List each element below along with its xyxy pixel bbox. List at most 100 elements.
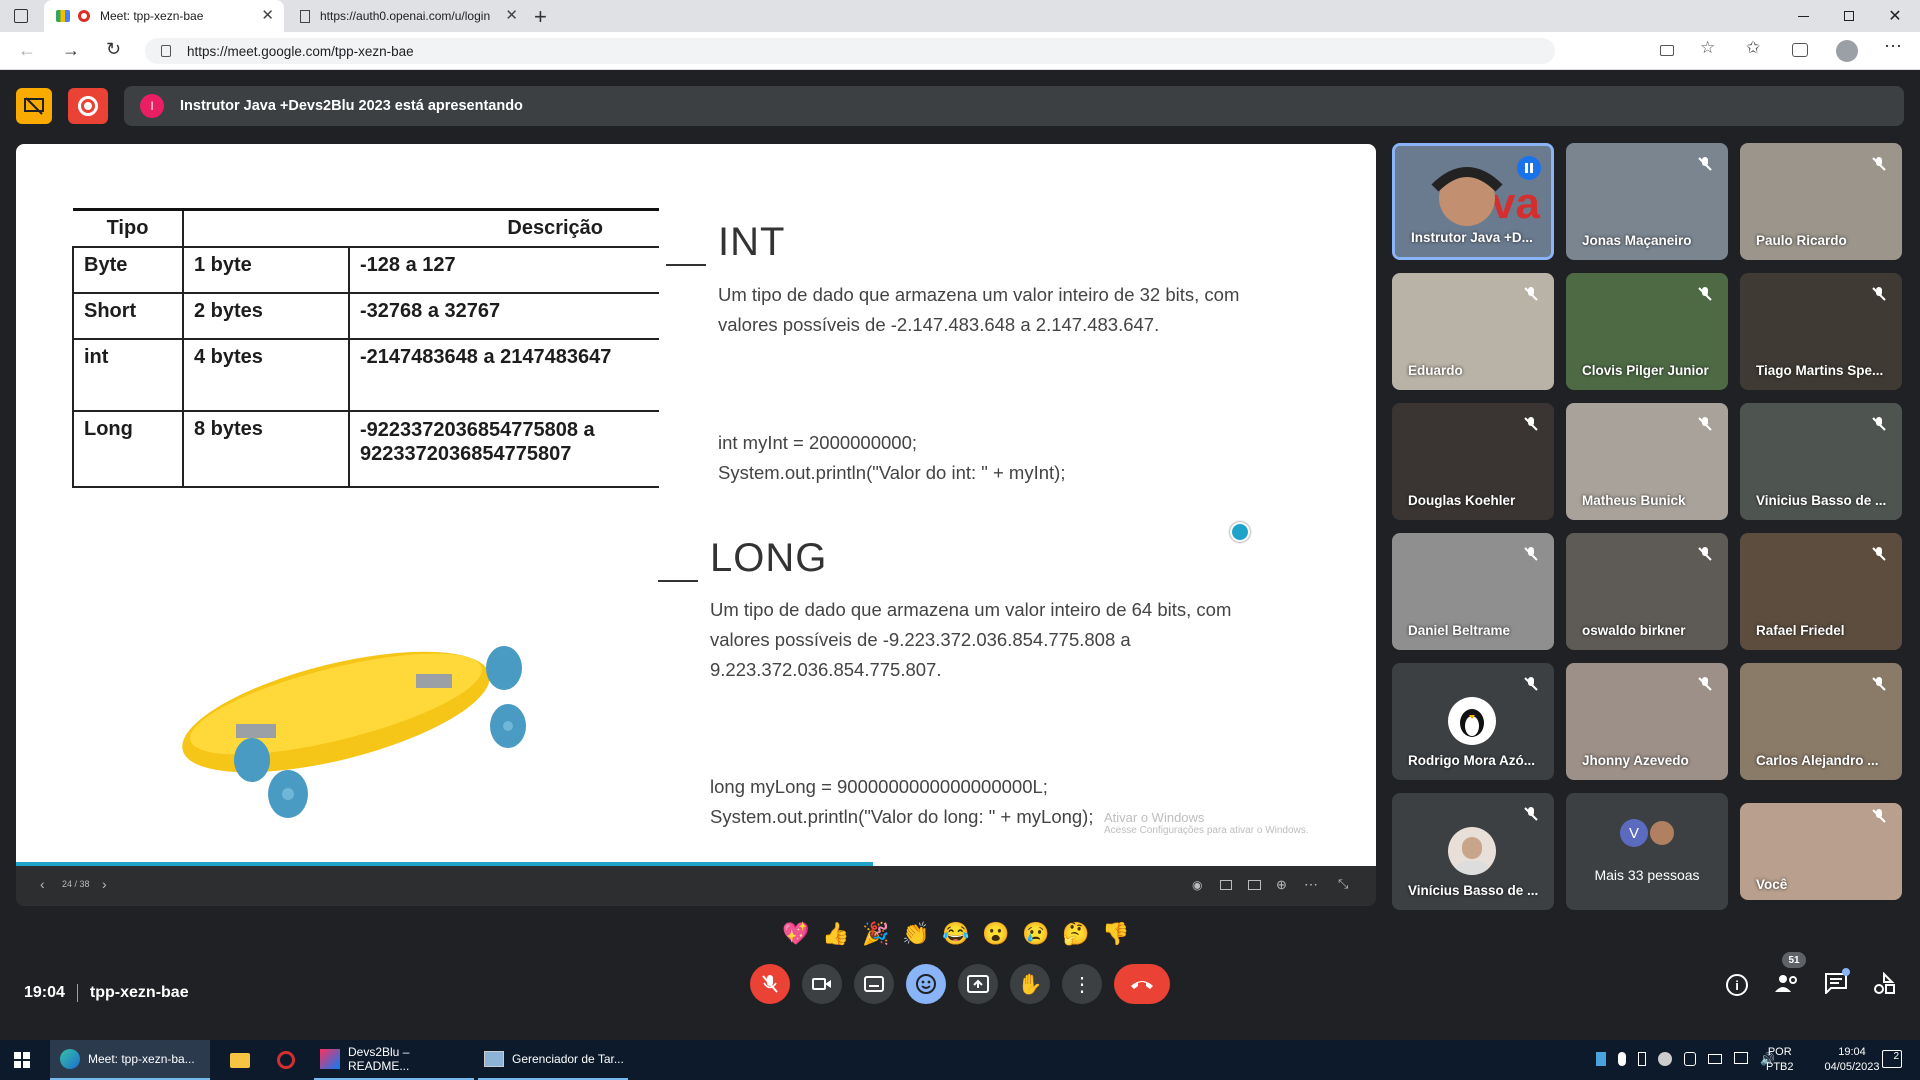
presenter-avatar: I (140, 94, 164, 118)
bluetooth-icon[interactable] (1684, 1052, 1696, 1066)
present-button[interactable] (958, 964, 998, 1004)
profile-avatar[interactable] (1836, 40, 1858, 62)
activities-button[interactable] (1872, 972, 1896, 996)
participant-tile[interactable]: Rodrigo Mora Azó... (1392, 663, 1554, 780)
taskbar-item-app[interactable] (266, 1040, 306, 1080)
new-tab-icon[interactable]: + (534, 4, 547, 30)
participant-tile[interactable]: Jhonny Azevedo (1566, 663, 1728, 780)
page-icon (300, 9, 310, 23)
participant-tile[interactable]: Vinicius Basso de ... (1740, 403, 1902, 520)
tab-auth0[interactable]: https://auth0.openai.com/u/login ✕ (288, 0, 528, 32)
clock[interactable]: 19:04 04/05/2023 (1818, 1045, 1886, 1075)
presenting-text: Instrutor Java +Devs2Blu 2023 está apres… (180, 98, 523, 114)
table-header-row: Tipo Descrição (73, 208, 659, 248)
url-text: https://meet.google.com/tpp-xezn-bae (187, 43, 414, 59)
zoom-icon[interactable]: ⊕ (1276, 877, 1287, 893)
participant-tile[interactable]: Matheus Bunick (1566, 403, 1728, 520)
captions-button[interactable] (854, 964, 894, 1004)
reload-icon[interactable]: ↻ (106, 39, 126, 59)
participant-tile[interactable]: Jonas Maçaneiro (1566, 143, 1728, 260)
taskbar-item-task-manager[interactable]: Gerenciador de Tar... (478, 1040, 628, 1080)
avatar: V (1620, 819, 1648, 847)
taskbar-item-intellij[interactable]: Devs2Blu – README... (314, 1040, 474, 1080)
chat-notification-dot (1842, 968, 1850, 976)
participant-tile[interactable]: Eduardo (1392, 273, 1554, 390)
usb-icon[interactable] (1638, 1052, 1646, 1066)
pop-out-icon[interactable] (1220, 880, 1232, 890)
url-field[interactable]: https://meet.google.com/tpp-xezn-bae (145, 38, 1555, 64)
more-options-button[interactable]: ⋮ (1062, 964, 1102, 1004)
taskbar-item-explorer[interactable] (220, 1040, 260, 1080)
language-indicator[interactable]: POR PTB2 (1766, 1045, 1794, 1075)
browser-menu-icon[interactable]: ⋯ (1884, 36, 1902, 57)
leave-call-button[interactable] (1114, 964, 1170, 1004)
present-icon (967, 975, 989, 993)
more-options-icon[interactable]: ⋯ (1304, 876, 1318, 893)
microphone-button[interactable] (750, 964, 790, 1004)
clapping-hands-icon[interactable]: 👏 (900, 918, 932, 950)
participant-tile[interactable]: Carlos Alejandro ... (1740, 663, 1902, 780)
participant-tile[interactable]: Rafael Friedel (1740, 533, 1902, 650)
chrome-tray-icon[interactable] (1658, 1052, 1672, 1066)
taskbar-item-edge[interactable]: Meet: tpp-xezn-ba... (50, 1040, 210, 1080)
audio-icon[interactable]: ◉ (1192, 878, 1202, 892)
emoji-reactions-button[interactable] (906, 964, 946, 1004)
back-icon[interactable]: ← (18, 40, 38, 60)
close-tab-icon[interactable]: ✕ (505, 8, 518, 23)
notification-center-button[interactable]: 2 (1882, 1050, 1902, 1068)
meeting-info: 19:04 tpp-xezn-bae (24, 984, 189, 1002)
sad-face-icon[interactable]: 😢 (1020, 918, 1052, 950)
thumbs-up-icon[interactable]: 👍 (820, 918, 852, 950)
participant-tile[interactable]: Paulo Ricardo (1740, 143, 1902, 260)
participant-tile[interactable]: va Instrutor Java +D... (1392, 143, 1554, 260)
recording-button[interactable] (68, 88, 108, 124)
meeting-details-icon[interactable]: i (1726, 974, 1748, 996)
window-menu-icon[interactable] (14, 9, 28, 23)
sparkling-heart-icon[interactable]: 💖 (780, 918, 812, 950)
muted-mic-icon (1872, 417, 1886, 431)
surprised-face-icon[interactable]: 😮 (980, 918, 1012, 950)
favorites-icon[interactable]: ✩ (1746, 38, 1760, 58)
participant-tile[interactable]: Daniel Beltrame (1392, 533, 1554, 650)
microphone-tray-icon[interactable] (1618, 1052, 1626, 1066)
more-participants-tile[interactable]: V Mais 33 pessoas (1566, 793, 1728, 910)
self-tile[interactable]: Você (1740, 803, 1902, 900)
tab-meet[interactable]: Meet: tpp-xezn-bae ✕ (44, 0, 284, 32)
favorite-star-icon[interactable]: ☆ (1700, 38, 1715, 58)
close-window-icon[interactable]: ✕ (1872, 0, 1918, 32)
collections-icon[interactable] (1792, 43, 1808, 57)
next-slide-icon[interactable]: › (102, 876, 107, 892)
network-icon[interactable] (1734, 1052, 1748, 1064)
minimize-icon[interactable] (1780, 0, 1826, 32)
exit-fullscreen-icon[interactable]: ⤡ (1338, 876, 1348, 892)
chat-button[interactable] (1824, 968, 1850, 996)
tray-app-icon[interactable] (1596, 1052, 1606, 1066)
party-popper-icon[interactable]: 🎉 (860, 918, 892, 950)
start-button[interactable] (14, 1052, 30, 1068)
participant-name: Daniel Beltrame (1408, 623, 1511, 638)
close-tab-icon[interactable]: ✕ (261, 8, 274, 23)
code-line: long myLong = 9000000000000000000L; (710, 776, 1048, 797)
people-button[interactable]: 51 (1774, 952, 1806, 996)
hang-up-icon (1131, 981, 1153, 989)
camera-indicator-icon[interactable] (1660, 45, 1674, 56)
battery-icon[interactable] (1708, 1054, 1722, 1064)
participant-tile[interactable]: Douglas Koehler (1392, 403, 1554, 520)
raise-hand-button[interactable]: ✋ (1010, 964, 1050, 1004)
camera-button[interactable] (802, 964, 842, 1004)
participant-name: Instrutor Java +D... (1411, 230, 1533, 245)
captions-icon[interactable] (1248, 880, 1261, 890)
table-cell: int (72, 338, 184, 412)
participant-tile[interactable]: Vinícius Basso de ... (1392, 793, 1554, 910)
presentation-toggle-button[interactable] (16, 88, 52, 124)
restore-icon[interactable] (1826, 0, 1872, 32)
laughing-face-icon[interactable]: 😂 (940, 918, 972, 950)
participant-tile[interactable]: Tiago Martins Spe... (1740, 273, 1902, 390)
thumbs-down-icon[interactable]: 👎 (1100, 918, 1132, 950)
thinking-face-icon[interactable]: 🤔 (1060, 918, 1092, 950)
participant-tile[interactable]: oswaldo birkner (1566, 533, 1728, 650)
lock-icon (161, 45, 171, 57)
participant-tile[interactable]: Clovis Pilger Junior (1566, 273, 1728, 390)
previous-slide-icon[interactable]: ‹ (40, 876, 45, 892)
forward-icon[interactable]: → (62, 40, 82, 60)
